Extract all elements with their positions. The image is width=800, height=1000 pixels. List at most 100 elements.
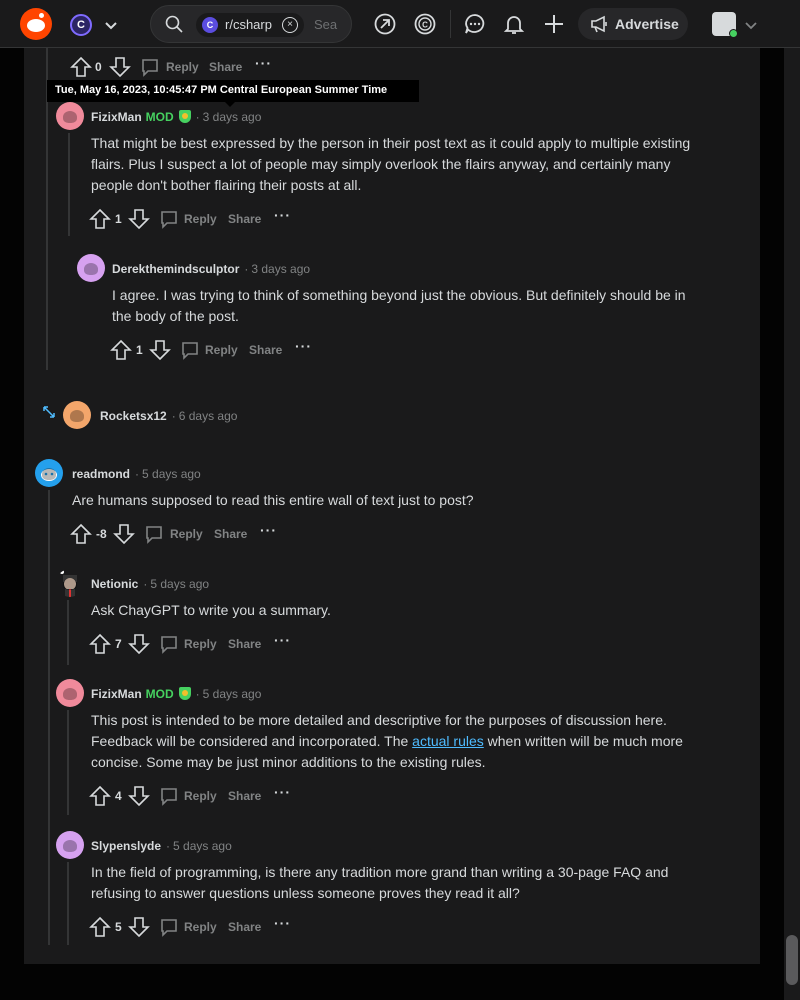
clear-filter-icon[interactable]: ×	[282, 17, 298, 33]
comment-timestamp[interactable]: 5 days ago	[150, 577, 209, 591]
comment-author[interactable]: Derekthemindsculptor	[112, 262, 239, 276]
share-button[interactable]: Share	[209, 60, 242, 74]
comment-author[interactable]: Slypenslyde	[91, 839, 161, 853]
share-button[interactable]: Share	[214, 527, 247, 541]
scrollbar-track[interactable]	[784, 48, 800, 1000]
reply-button[interactable]: Reply	[205, 343, 238, 357]
popular-icon[interactable]	[373, 12, 397, 36]
upvote-icon[interactable]	[70, 523, 92, 545]
avatar[interactable]	[63, 401, 91, 429]
expand-thread-icon[interactable]	[42, 405, 56, 419]
thread-line[interactable]	[68, 133, 70, 236]
thread-line[interactable]	[67, 862, 69, 945]
share-button[interactable]: Share	[228, 212, 261, 226]
comment-meta: Netionic · 5 days ago	[91, 577, 210, 591]
comment-author[interactable]: readmond	[72, 467, 130, 481]
vote-score: 7	[115, 637, 122, 651]
thread-line[interactable]	[48, 490, 50, 945]
actual-rules-link[interactable]: actual rules	[412, 733, 484, 749]
more-options-icon[interactable]: ···	[295, 338, 312, 354]
reply-icon[interactable]	[144, 524, 164, 544]
reply-icon[interactable]	[180, 340, 200, 360]
comment-timestamp[interactable]: 5 days ago	[173, 839, 232, 853]
comment-author[interactable]: Rocketsx12	[100, 409, 167, 423]
comment-timestamp[interactable]: 5 days ago	[142, 467, 201, 481]
more-options-icon[interactable]: ···	[274, 207, 291, 223]
subreddit-filter-chip[interactable]: C r/csharp ×	[196, 13, 304, 37]
avatar[interactable]	[56, 831, 84, 859]
downvote-icon[interactable]	[109, 56, 131, 78]
comment-timestamp[interactable]: 6 days ago	[179, 409, 238, 423]
reply-button[interactable]: Reply	[184, 637, 217, 651]
more-options-icon[interactable]: ···	[274, 632, 291, 648]
downvote-icon[interactable]	[128, 785, 150, 807]
subreddit-chip-label: r/csharp	[225, 17, 272, 32]
reply-icon[interactable]	[159, 634, 179, 654]
upvote-icon[interactable]	[70, 56, 92, 78]
comment-author[interactable]: FizixMan	[91, 687, 142, 701]
downvote-icon[interactable]	[128, 916, 150, 938]
comment-meta: Slypenslyde · 5 days ago	[91, 839, 232, 853]
avatar[interactable]	[35, 459, 63, 487]
csharp-icon: C	[202, 17, 218, 33]
avatar[interactable]	[56, 679, 84, 707]
comment-actions: 7 Reply Share ···	[89, 632, 309, 657]
comment-actions: -8 Reply Share ···	[70, 522, 290, 547]
reddit-logo-icon[interactable]	[20, 8, 52, 40]
more-options-icon[interactable]: ···	[274, 784, 291, 800]
upvote-icon[interactable]	[110, 339, 132, 361]
share-button[interactable]: Share	[228, 920, 261, 934]
top-header: C C r/csharp × Sea C Advertise	[0, 0, 800, 48]
thread-line[interactable]	[67, 600, 69, 665]
create-post-plus-icon[interactable]	[542, 12, 566, 36]
comment-actions: 1 Reply Share ···	[110, 338, 330, 363]
user-menu-chevron-icon[interactable]	[745, 13, 757, 34]
comment-timestamp[interactable]: 3 days ago	[203, 110, 262, 124]
share-button[interactable]: Share	[228, 789, 261, 803]
scrollbar-thumb[interactable]	[786, 935, 798, 985]
coins-icon[interactable]: C	[413, 12, 437, 36]
vote-score: 0	[95, 60, 102, 74]
vote-score: -8	[96, 527, 107, 541]
reply-icon[interactable]	[159, 917, 179, 937]
avatar[interactable]	[56, 569, 84, 597]
more-options-icon[interactable]: ···	[255, 55, 272, 71]
share-button[interactable]: Share	[228, 637, 261, 651]
thread-line[interactable]	[67, 710, 69, 815]
upvote-icon[interactable]	[89, 785, 111, 807]
comment-author[interactable]: Netionic	[91, 577, 138, 591]
chevron-down-icon[interactable]	[104, 12, 118, 37]
comment-body: This post is intended to be more detaile…	[91, 710, 711, 773]
comment-author[interactable]: FizixMan	[91, 110, 142, 124]
community-icon[interactable]: C	[70, 14, 92, 36]
upvote-icon[interactable]	[89, 916, 111, 938]
reply-icon[interactable]	[159, 786, 179, 806]
comment-timestamp[interactable]: 5 days ago	[203, 687, 262, 701]
avatar[interactable]	[77, 254, 105, 282]
advertise-button[interactable]: Advertise	[578, 8, 688, 40]
reply-button[interactable]: Reply	[184, 920, 217, 934]
upvote-icon[interactable]	[89, 208, 111, 230]
downvote-icon[interactable]	[128, 633, 150, 655]
downvote-icon[interactable]	[113, 523, 135, 545]
comment-meta: Derekthemindsculptor · 3 days ago	[112, 262, 311, 276]
reply-button[interactable]: Reply	[184, 789, 217, 803]
reply-icon[interactable]	[159, 209, 179, 229]
timestamp-tooltip: Tue, May 16, 2023, 10:45:47 PM Central E…	[47, 80, 419, 107]
avatar[interactable]	[56, 102, 84, 130]
reply-icon[interactable]	[140, 57, 160, 77]
more-options-icon[interactable]: ···	[260, 522, 277, 538]
reply-button[interactable]: Reply	[184, 212, 217, 226]
upvote-icon[interactable]	[89, 633, 111, 655]
reply-button[interactable]: Reply	[166, 60, 199, 74]
chat-icon[interactable]	[463, 12, 487, 36]
downvote-icon[interactable]	[128, 208, 150, 230]
more-options-icon[interactable]: ···	[274, 915, 291, 931]
comment-timestamp[interactable]: 3 days ago	[251, 262, 310, 276]
downvote-icon[interactable]	[149, 339, 171, 361]
reply-button[interactable]: Reply	[170, 527, 203, 541]
search-bar[interactable]: C r/csharp × Sea	[150, 5, 352, 43]
share-button[interactable]: Share	[249, 343, 282, 357]
notification-bell-icon[interactable]	[502, 12, 526, 36]
mod-badge: MOD	[145, 110, 174, 124]
